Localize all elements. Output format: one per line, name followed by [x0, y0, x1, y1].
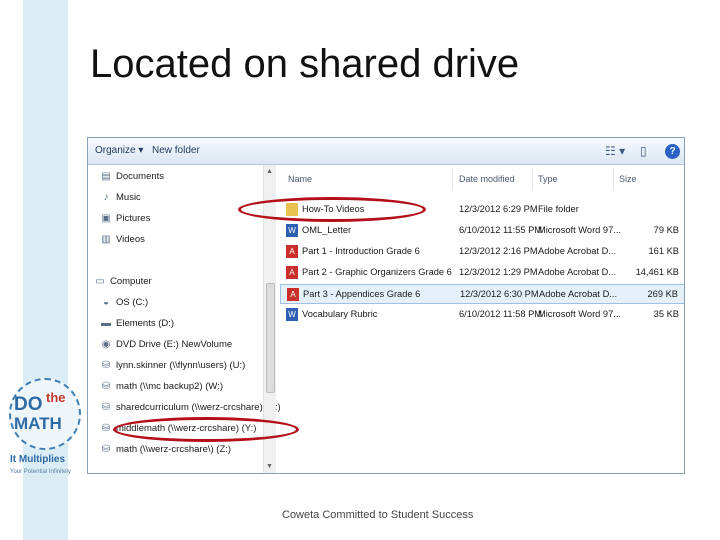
nav-item-w-drive[interactable]: ⛁ math (\\mc backup2) (W:) [100, 378, 223, 396]
logo-text-the: the [46, 390, 66, 405]
new-folder-button[interactable]: New folder [152, 145, 200, 156]
network-drive-icon: ⛁ [101, 381, 111, 392]
file-size: 161 KB [648, 246, 680, 256]
network-drive-icon: ⛁ [101, 402, 111, 413]
file-type: Adobe Acrobat D... [539, 289, 618, 299]
file-name: Part 2 - Graphic Organizers Grade 6 [302, 267, 452, 277]
column-size[interactable]: Size [619, 174, 637, 184]
preview-pane-icon[interactable]: ▯ [640, 143, 647, 159]
file-row[interactable]: A Part 1 - Introduction Grade 6 12/3/201… [280, 242, 684, 262]
view-options-icon[interactable]: ☷ ▾ [605, 143, 625, 159]
slide-title: Located on shared drive [90, 42, 520, 86]
file-size: 79 KB [653, 225, 679, 235]
file-row-selected[interactable]: A Part 3 - Appendices Grade 6 12/3/2012 … [280, 284, 684, 304]
network-drive-icon: ⛁ [101, 423, 111, 434]
network-drive-icon: ⛁ [101, 360, 111, 371]
file-name: OML_Letter [302, 225, 352, 235]
help-icon[interactable]: ? [665, 144, 680, 159]
file-date: 12/3/2012 2:16 PM [459, 246, 538, 256]
drive-icon: ◒ [102, 297, 110, 308]
word-document-icon: W [286, 224, 298, 237]
nav-item-x-drive[interactable]: ⛁ sharedcurriculum (\\werz-crcshare) (X:) [100, 399, 281, 417]
file-date: 12/3/2012 1:29 PM [459, 267, 538, 277]
nav-item-computer[interactable]: ▭ Computer [94, 273, 151, 291]
column-date[interactable]: Date modified [459, 174, 515, 184]
highlight-oval-how-to-videos [238, 197, 426, 222]
file-type: Adobe Acrobat D... [538, 267, 617, 277]
column-name[interactable]: Name [288, 174, 312, 184]
column-divider [613, 168, 614, 190]
drive-icon: ▬ [101, 318, 111, 329]
nav-item-u-drive[interactable]: ⛁ lynn.skinner (\\flynn\users) (U:) [100, 357, 246, 375]
column-divider [532, 168, 533, 190]
pdf-icon: A [286, 266, 298, 279]
computer-icon: ▭ [95, 276, 105, 287]
file-size: 35 KB [653, 309, 679, 319]
file-date: 6/10/2012 11:55 PM [459, 225, 543, 235]
logo-text-math: MATH [14, 414, 62, 433]
nav-item-music[interactable]: ♪ Music [100, 189, 141, 207]
explorer-toolbar: Organize ▾ New folder ☷ ▾ ▯ ? [88, 138, 684, 165]
logo-text-do: DO [14, 394, 43, 415]
nav-item-z-drive[interactable]: ⛁ math (\\werz-crcshare\) (Z:) [100, 441, 231, 459]
file-size: 14,461 KB [635, 267, 679, 277]
highlight-oval-middlemath-drive [113, 417, 299, 442]
file-type: Adobe Acrobat D... [538, 246, 617, 256]
file-name: Part 3 - Appendices Grade 6 [303, 289, 421, 299]
music-icon: ♪ [103, 192, 109, 203]
file-row[interactable]: W Vocabulary Rubric 6/10/2012 11:58 PM M… [280, 305, 684, 325]
word-document-icon: W [286, 308, 298, 321]
file-date: 12/3/2012 6:30 PM [460, 289, 539, 299]
slide-footer: Coweta Committed to Student Success [282, 509, 474, 521]
scroll-down-arrow-icon[interactable]: ▼ [266, 463, 273, 470]
logo-tagline: It Multiplies [10, 454, 65, 465]
pdf-icon: A [286, 245, 298, 258]
file-name: Vocabulary Rubric [302, 309, 378, 319]
file-row[interactable]: W OML_Letter 6/10/2012 11:55 PM Microsof… [280, 221, 684, 241]
scroll-up-arrow-icon[interactable]: ▲ [266, 168, 273, 175]
file-size: 269 KB [647, 289, 679, 299]
column-type[interactable]: Type [538, 174, 558, 184]
pictures-icon: ▣ [101, 213, 111, 224]
nav-item-pictures[interactable]: ▣ Pictures [100, 210, 150, 228]
nav-item-documents[interactable]: ▤ Documents [100, 168, 164, 186]
file-row[interactable]: A Part 2 - Graphic Organizers Grade 6 12… [280, 263, 684, 283]
pdf-icon: A [287, 288, 299, 301]
documents-icon: ▤ [101, 171, 111, 182]
nav-item-dvd-e[interactable]: ◉ DVD Drive (E:) NewVolume [100, 336, 233, 354]
network-drive-icon: ⛁ [101, 444, 111, 455]
dvd-icon: ◉ [101, 339, 111, 350]
nav-item-videos[interactable]: ▥ Videos [100, 231, 145, 249]
column-divider [452, 168, 453, 190]
file-type: Microsoft Word 97... [538, 225, 622, 235]
nav-item-elements-d[interactable]: ▬ Elements (D:) [100, 315, 174, 333]
logo-subtagline: Your Potential Infinitely [10, 469, 71, 475]
videos-icon: ▥ [101, 234, 111, 245]
file-type: File folder [538, 204, 579, 214]
nav-item-os-c[interactable]: ◒ OS (C:) [100, 294, 148, 312]
file-date: 6/10/2012 11:58 PM [459, 309, 543, 319]
organize-button[interactable]: Organize ▾ [95, 145, 143, 156]
do-the-math-logo: DO the MATH It Multiplies Your Potential… [4, 378, 84, 483]
file-name: Part 1 - Introduction Grade 6 [302, 246, 420, 256]
file-date: 12/3/2012 6:29 PM [459, 204, 538, 214]
scrollbar-thumb[interactable] [266, 283, 275, 393]
file-type: Microsoft Word 97... [538, 309, 622, 319]
